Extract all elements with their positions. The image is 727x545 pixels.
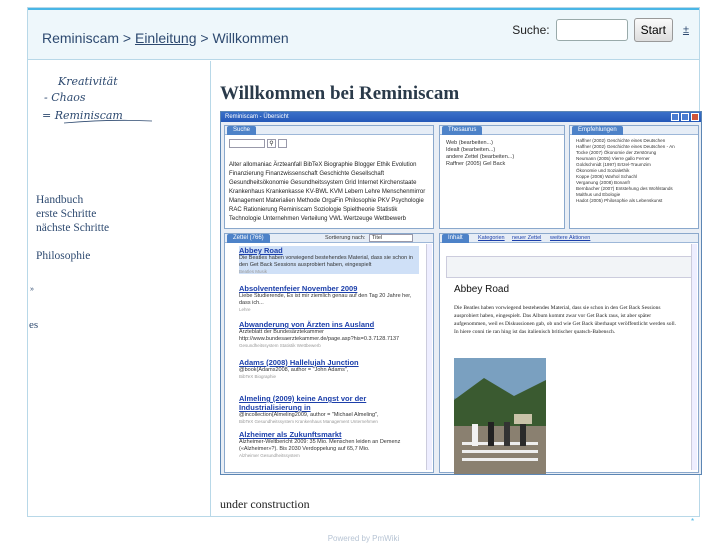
search-pane: Suche ⚲ Alter allomaniac Ärzteanfall Bib… [224, 125, 434, 229]
sidebar-item-handbuch[interactable]: Handbuch [36, 193, 109, 207]
article-body: Die Beatles haben vorwiegend bestehendes… [454, 305, 676, 335]
tab-kategorien: Kategorien [478, 235, 505, 241]
abbey-road-photo [454, 358, 546, 474]
logo-handwritten[interactable]: Kreativität - Chaos = Reminiscam [42, 71, 182, 131]
search-form: Suche: Start ± [512, 18, 689, 42]
breadcrumb-separator: > [196, 30, 213, 46]
tab-neuer-zettel: neuer Zettel [512, 235, 542, 241]
sidebar-item-erste-schritte[interactable]: erste Schritte [36, 207, 109, 221]
inner-clear-icon [278, 139, 287, 148]
search-label: Suche: [512, 23, 550, 37]
list-item: Almeling (2009) keine Angst vor der Indu… [239, 394, 379, 424]
close-icon [691, 113, 699, 121]
breadcrumb-link-einleitung[interactable]: Einleitung [135, 30, 197, 46]
corner-mark: * [691, 517, 695, 526]
zettel-list-pane: Zettel (766) Sortierung nach: Titel Abbe… [224, 233, 434, 473]
inner-search-icon: ⚲ [267, 139, 276, 148]
breadcrumb-separator: > [119, 30, 135, 46]
maximize-icon [681, 113, 689, 121]
inner-search-input [229, 139, 265, 148]
search-options-link[interactable]: ± [683, 24, 689, 36]
sidebar-stray-mark: » [30, 286, 34, 293]
sidebar: Kreativität - Chaos = Reminiscam Handbuc… [28, 61, 211, 516]
editor-toolbar [446, 256, 692, 278]
list-item: Abwanderung von Ärzten ins Ausland Ärzte… [239, 320, 400, 348]
under-construction-text: under construction [220, 497, 310, 511]
thesaurus-pane: Thesaurus Web (bearbeiten...) Idealt (be… [439, 125, 565, 229]
minimize-icon [671, 113, 679, 121]
powered-by-link[interactable]: Powered by PmWiki [0, 534, 727, 543]
breadcrumb: Reminiscam > Einleitung > Willkommen [42, 30, 289, 46]
search-input[interactable] [555, 19, 628, 41]
list-item: Abbey Road Die Beatles haben vorwiegend … [239, 246, 419, 274]
list-item: Adams (2008) Hallelujah Junction @book{A… [239, 358, 359, 379]
recommend-list: Haffner (2002) Geschichte eines Deutsche… [576, 138, 675, 203]
search-button[interactable]: Start [633, 18, 673, 42]
page-frame: Reminiscam > Einleitung > Willkommen Suc… [27, 7, 702, 517]
breadcrumb-root: Reminiscam [42, 30, 120, 46]
logo-line-1: Kreativität [57, 75, 118, 88]
recommend-pane: Empfehlungen Haffner (2002) Geschichte e… [569, 125, 699, 229]
page-title: Willkommen bei Reminiscam [220, 83, 460, 104]
article-title: Abbey Road [454, 284, 510, 295]
editor-pane: Inhalt Kategorien neuer Zettel weitere A… [439, 233, 699, 474]
window-title-bar: Reminiscam - Übersicht [221, 112, 701, 122]
window-controls [671, 113, 699, 121]
tab-recommendations: Empfehlungen [572, 126, 623, 135]
tag-cloud: Alter allomaniac Ärzteanfall BibTeX Biog… [229, 162, 426, 222]
thesaurus-list: Web (bearbeiten...) Idealt (bearbeiten..… [446, 140, 515, 167]
tab-inhalt: Inhalt [442, 234, 469, 243]
app-screenshot: Reminiscam - Übersicht Suche ⚲ Alter all… [220, 111, 702, 475]
sidebar-item-philosophie[interactable]: Philosophie [36, 249, 109, 263]
sidebar-item-naechste-schritte[interactable]: nächste Schritte [36, 221, 109, 235]
header-bar: Reminiscam > Einleitung > Willkommen Suc… [28, 8, 699, 60]
sidebar-nav: Handbuch erste Schritte nächste Schritte… [36, 193, 109, 263]
sort-label: Sortierung nach: [325, 235, 366, 241]
tab-search: Suche [227, 126, 257, 135]
sidebar-stray-text: es [29, 319, 39, 331]
editor-scrollbar [691, 244, 697, 470]
window-title: Reminiscam - Übersicht [225, 114, 289, 120]
list-scrollbar [426, 244, 432, 470]
tab-zettel: Zettel (766) [227, 234, 270, 243]
list-item: Alzheimer als Zukunftsmarkt Alzheimer-We… [239, 430, 401, 458]
main-content: Willkommen bei Reminiscam Reminiscam - Ü… [212, 61, 702, 516]
logo-line-3: = Reminiscam [42, 109, 123, 122]
tab-thesaurus: Thesaurus [442, 126, 483, 135]
logo-line-2: - Chaos [44, 91, 86, 104]
tab-weitere-aktionen: weitere Aktionen [550, 235, 591, 241]
list-item: Absolventenfeier November 2009 Liebe Stu… [239, 284, 412, 312]
breadcrumb-current: Willkommen [212, 30, 289, 46]
sort-select: Titel [369, 234, 413, 242]
